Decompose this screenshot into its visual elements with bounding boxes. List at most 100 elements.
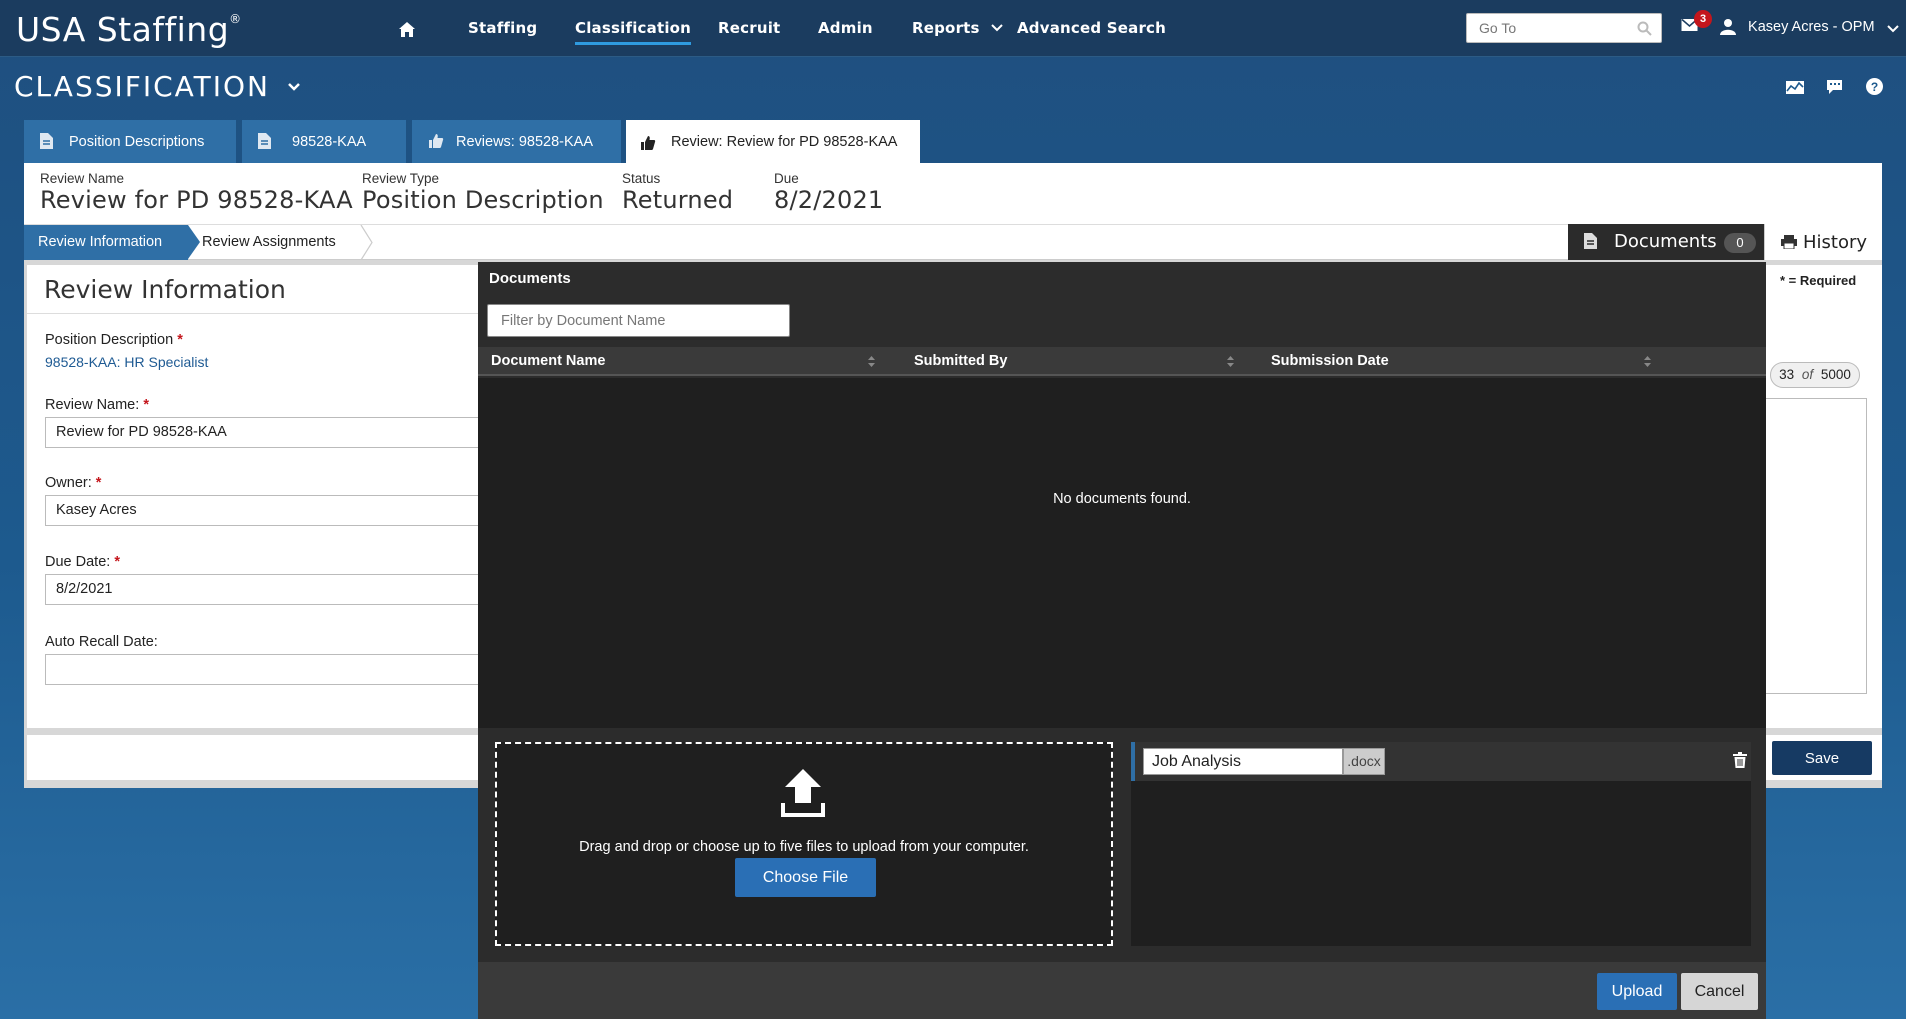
documents-count-badge: 0 xyxy=(1724,233,1756,253)
cancel-button[interactable]: Cancel xyxy=(1681,973,1758,1010)
comments-area: * = Required 33 of 5000 xyxy=(1766,265,1882,728)
review-information-form: Review Information Position Description … xyxy=(27,265,485,728)
header-review-type: Review Type Position Description xyxy=(362,171,604,214)
goto-input[interactable] xyxy=(1467,14,1627,42)
label-text: Position Description xyxy=(45,332,174,348)
tab-review-active[interactable]: Review: Review for PD 98528-KAA xyxy=(626,120,920,164)
upload-button[interactable]: Upload xyxy=(1597,973,1677,1010)
file-dropzone[interactable]: Drag and drop or choose up to five files… xyxy=(495,742,1113,946)
module-title[interactable]: CLASSIFICATION xyxy=(14,70,301,103)
label-text: Due Date: xyxy=(45,554,111,570)
chat-icon[interactable] xyxy=(1826,79,1843,95)
tab-reviews-98528-kaa[interactable]: Reviews: 98528-KAA xyxy=(412,120,621,163)
nav-staffing[interactable]: Staffing xyxy=(468,19,537,37)
header-status: Status Returned xyxy=(622,171,733,214)
header-value: Review for PD 98528-KAA xyxy=(40,186,353,214)
goto-search-box xyxy=(1466,13,1662,43)
documents-table-body: No documents found. xyxy=(478,378,1766,728)
nav-advanced-search[interactable]: Advanced Search xyxy=(1017,19,1166,37)
position-description-label: Position Description * xyxy=(45,332,183,348)
history-panel-toggle[interactable]: History xyxy=(1764,224,1882,260)
header-due: Due 8/2/2021 xyxy=(774,171,883,214)
required-marker: * xyxy=(143,397,149,413)
required-marker: * xyxy=(177,332,183,348)
step-separator xyxy=(360,225,373,260)
header-value: Returned xyxy=(622,186,734,214)
brand-registered-mark: ® xyxy=(229,12,242,26)
column-submission-date[interactable]: Submission Date xyxy=(1271,353,1389,369)
trash-icon[interactable] xyxy=(1733,752,1747,768)
review-name-input[interactable]: Review for PD 98528-KAA xyxy=(45,417,485,448)
search-icon[interactable] xyxy=(1637,21,1652,36)
user-menu[interactable]: Kasey Acres - OPM xyxy=(1720,18,1899,38)
step-review-information[interactable]: Review Information xyxy=(24,225,200,260)
tab-label: Review: Review for PD 98528-KAA xyxy=(671,134,898,150)
nav-reports[interactable]: Reports xyxy=(912,19,1003,37)
required-note: * = Required xyxy=(1780,273,1857,288)
dropzone-instructions: Drag and drop or choose up to five files… xyxy=(579,839,1029,855)
save-area: Save xyxy=(1766,735,1882,780)
user-name: Kasey Acres - OPM xyxy=(1748,19,1875,35)
owner-input[interactable]: Kasey Acres xyxy=(45,495,485,526)
choose-file-button[interactable]: Choose File xyxy=(735,858,876,897)
sort-icon[interactable] xyxy=(1644,356,1651,367)
nav-classification[interactable]: Classification xyxy=(575,19,692,45)
filter-document-name-input[interactable] xyxy=(487,304,790,337)
tab-label: 98528-KAA xyxy=(292,134,367,150)
modal-footer: Upload Cancel xyxy=(478,962,1766,1019)
nav-recruit[interactable]: Recruit xyxy=(718,19,780,37)
position-description-link[interactable]: 98528-KAA: HR Specialist xyxy=(45,354,208,370)
pending-file-list: Job Analysis .docx xyxy=(1131,742,1751,946)
header-label: Due xyxy=(774,171,799,186)
thumbs-up-icon xyxy=(641,136,656,150)
brand-name: USA Staffing xyxy=(16,10,230,49)
header-review-name: Review Name Review for PD 98528-KAA xyxy=(40,171,353,214)
review-name-label: Review Name: * xyxy=(45,397,149,413)
documents-label: Documents xyxy=(1614,231,1717,252)
printer-icon xyxy=(1781,235,1797,249)
tab-position-descriptions[interactable]: Position Descriptions xyxy=(24,120,236,163)
column-submitted-by[interactable]: Submitted By xyxy=(914,353,1007,369)
documents-panel-toggle[interactable]: Documents 0 xyxy=(1568,224,1764,260)
pending-file-row: Job Analysis .docx xyxy=(1131,742,1751,781)
nav-reports-label: Reports xyxy=(912,19,980,37)
form-title: Review Information xyxy=(44,275,286,304)
file-extension: .docx xyxy=(1343,748,1385,775)
header-label: Status xyxy=(622,171,661,186)
brand-logo[interactable]: USA Staffing® xyxy=(16,10,242,49)
chevron-down-icon xyxy=(1886,25,1899,33)
nav-admin[interactable]: Admin xyxy=(818,19,873,37)
tab-label: Reviews: 98528-KAA xyxy=(456,134,594,150)
auto-recall-date-input[interactable] xyxy=(45,654,485,685)
modal-title: Documents xyxy=(489,270,571,287)
documents-modal: Documents Document Name Submitted By Sub… xyxy=(478,262,1766,1019)
sort-icon[interactable] xyxy=(868,356,875,367)
label-text: Owner: xyxy=(45,475,92,491)
due-date-input[interactable]: 8/2/2021 xyxy=(45,574,485,605)
empty-state-message: No documents found. xyxy=(1053,491,1191,507)
step-review-assignments[interactable]: Review Assignments xyxy=(202,234,336,250)
history-label: History xyxy=(1803,232,1868,253)
modal-header: Documents xyxy=(478,262,1766,295)
save-button[interactable]: Save xyxy=(1772,741,1872,775)
module-title-label: CLASSIFICATION xyxy=(14,70,270,103)
chevron-down-icon xyxy=(991,24,1003,32)
document-icon xyxy=(40,133,53,149)
home-icon[interactable] xyxy=(398,21,416,38)
column-document-name[interactable]: Document Name xyxy=(491,353,605,369)
due-date-label: Due Date: * xyxy=(45,554,120,570)
label-text: Review Name: xyxy=(45,397,140,413)
user-icon xyxy=(1720,19,1736,35)
sort-icon[interactable] xyxy=(1227,356,1234,367)
comments-textarea[interactable] xyxy=(1766,398,1867,694)
header-value: Position Description xyxy=(362,186,604,214)
svg-text:?: ? xyxy=(1871,80,1878,94)
document-icon xyxy=(1584,233,1597,249)
header-value: 8/2/2021 xyxy=(774,186,884,214)
review-header: Review Name Review for PD 98528-KAA Revi… xyxy=(24,163,1882,224)
dashboard-icon[interactable] xyxy=(1786,80,1804,94)
help-icon[interactable]: ? xyxy=(1866,78,1883,95)
tab-98528-kaa[interactable]: 98528-KAA xyxy=(242,120,406,163)
file-name-input[interactable]: Job Analysis xyxy=(1143,748,1343,775)
required-marker: * xyxy=(114,554,120,570)
